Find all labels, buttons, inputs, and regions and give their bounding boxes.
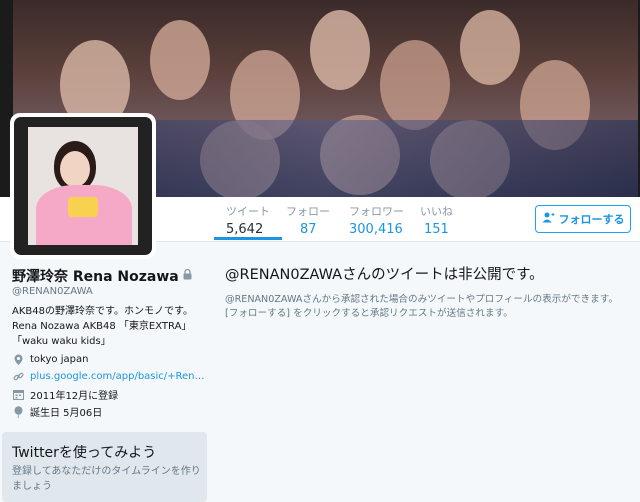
calendar-icon: [12, 389, 24, 401]
follow-button[interactable]: フォローする: [535, 205, 631, 233]
profile-location: tokyo japan: [12, 353, 88, 365]
stat-following[interactable]: フォロー 87: [286, 205, 330, 239]
birthday-text: 誕生日 5月06日: [30, 408, 103, 419]
stat-value: 87: [300, 222, 317, 237]
stat-tweets[interactable]: ツイート 5,642: [214, 205, 282, 240]
bio-line: Rena Nozawa AKB48 「東京EXTRA」: [12, 321, 192, 332]
stat-followers[interactable]: フォロワー 300,416: [349, 205, 404, 239]
stat-value: 151: [424, 222, 449, 237]
profile-name: 野澤玲奈 Rena Nozawa: [12, 266, 192, 286]
balloon-icon: [12, 405, 24, 418]
follow-button-label: フォローする: [558, 213, 625, 226]
stat-label: フォロー: [286, 205, 330, 218]
profile-handle[interactable]: @RENAN0ZAWA: [12, 286, 93, 297]
stat-label: いいね: [420, 205, 453, 218]
profile-birthday: 誕生日 5月06日: [12, 404, 102, 419]
protected-desc: @RENAN0ZAWAさんから承認された場合のみツイートやプロフィールの表示がで…: [225, 293, 618, 321]
signup-card-title: Twitterを使ってみよう: [12, 445, 157, 461]
stat-value: 300,416: [349, 222, 403, 237]
profile-url: plus.google.com/app/basic/+Ren…: [12, 370, 205, 382]
joined-text: 2011年12月に登録: [30, 391, 119, 402]
profile-name-text: 野澤玲奈 Rena Nozawa: [12, 269, 179, 285]
location-text: tokyo japan: [30, 353, 89, 365]
bio-line: AKB48の野澤玲奈です。ホンモノです。: [12, 306, 193, 317]
protected-desc-line: [フォローする] をクリックすると承認リクエストが送信されます。: [225, 308, 513, 319]
signup-card-desc: 登録してあなただけのタイムラインを作りましょう: [12, 466, 201, 492]
bio-line: 「waku waku kids」: [12, 336, 111, 347]
avatar[interactable]: [10, 113, 156, 259]
profile-bio: AKB48の野澤玲奈です。ホンモノです。 Rena Nozawa AKB48 「…: [12, 304, 202, 349]
location-pin-icon: [12, 353, 24, 365]
profile-joined: 2011年12月に登録: [12, 387, 118, 402]
profile-url-link[interactable]: plus.google.com/app/basic/+Ren…: [30, 371, 205, 382]
stat-label: フォロワー: [349, 205, 404, 218]
stat-likes[interactable]: いいね 151: [420, 205, 453, 239]
stat-value: 5,642: [226, 222, 264, 237]
stat-label: ツイート: [226, 205, 270, 218]
protected-title: @RENAN0ZAWAさんのツイートは非公開です。: [225, 267, 544, 283]
protected-desc-line: @RENAN0ZAWAさんから承認された場合のみツイートやプロフィールの表示がで…: [225, 294, 618, 305]
link-icon: [12, 370, 24, 382]
lock-icon: [183, 268, 192, 284]
signup-card: Twitterを使ってみよう 登録してあなただけのタイムラインを作りましょう: [2, 432, 207, 502]
add-user-icon: [542, 212, 555, 226]
